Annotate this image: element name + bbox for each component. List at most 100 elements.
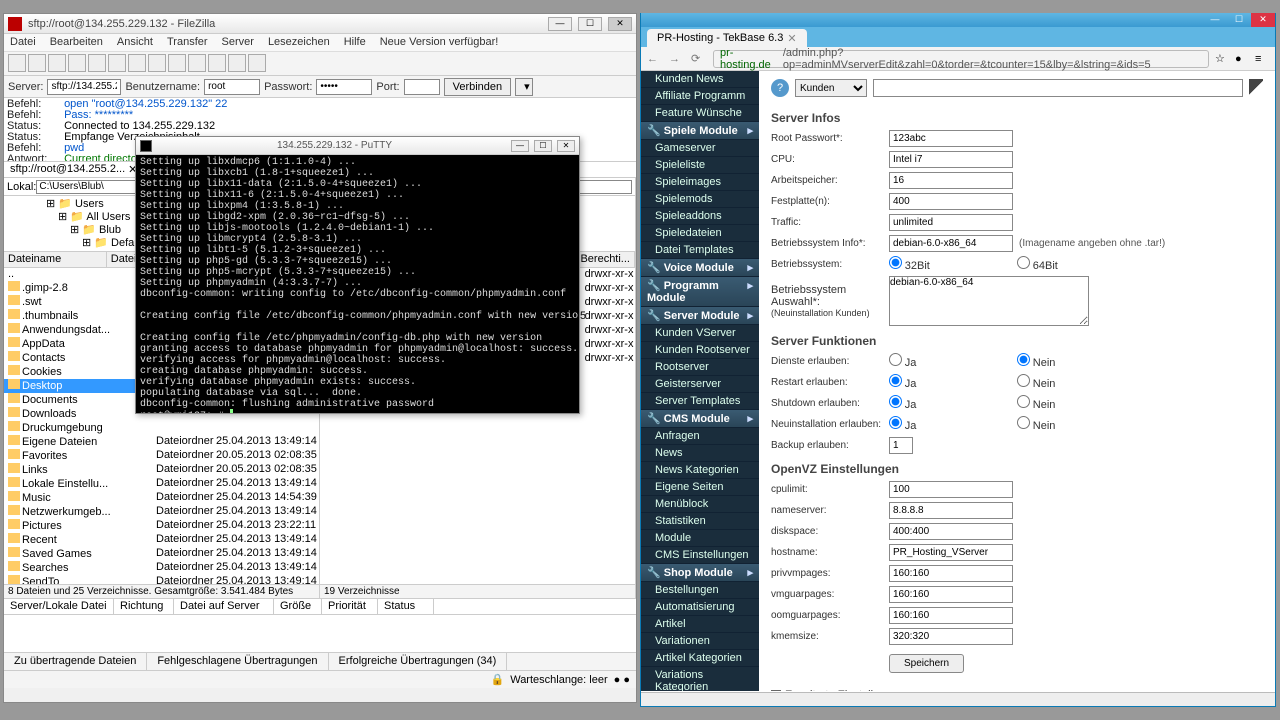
list-item[interactable]: FavoritesDateiordner20.05.2013 02:08:35 bbox=[4, 449, 319, 463]
sidebar-item[interactable]: 🔧 Programm Module▸ bbox=[641, 277, 759, 307]
hostname-input[interactable] bbox=[889, 544, 1013, 561]
sidebar-item[interactable]: Spieleimages bbox=[641, 174, 759, 191]
toolbar-icon[interactable] bbox=[168, 54, 186, 72]
browser-tab[interactable]: PR-Hosting - TekBase 6.3 ✕ bbox=[647, 29, 807, 47]
extension-icon[interactable]: ● bbox=[1235, 53, 1249, 65]
toolbar-icon[interactable] bbox=[88, 54, 106, 72]
site-manager-icon[interactable] bbox=[8, 54, 26, 72]
filezilla-titlebar[interactable]: sftp://root@134.255.229.132 - FileZilla … bbox=[4, 14, 636, 34]
osinfo-input[interactable] bbox=[889, 235, 1013, 252]
queue-header[interactable]: Server/Lokale DateiRichtungDatei auf Ser… bbox=[4, 599, 636, 615]
list-item[interactable]: MusicDateiordner25.04.2013 14:54:39 bbox=[4, 491, 319, 505]
sidebar-item[interactable]: Automatisierung bbox=[641, 599, 759, 616]
ram-input[interactable] bbox=[889, 172, 1013, 189]
maximize-button[interactable]: ☐ bbox=[578, 17, 602, 31]
queue-tab[interactable]: Fehlgeschlagene Übertragungen bbox=[147, 653, 328, 670]
sidebar-item[interactable]: Spielemods bbox=[641, 191, 759, 208]
os-64bit-radio[interactable] bbox=[1017, 256, 1030, 269]
list-item[interactable]: RecentDateiordner25.04.2013 13:49:14 bbox=[4, 533, 319, 547]
os-select-textarea[interactable]: debian-6.0-x86_64 bbox=[889, 276, 1089, 326]
sidebar-item[interactable]: Rootserver bbox=[641, 359, 759, 376]
queue-tabs[interactable]: Zu übertragende DateienFehlgeschlagene Ü… bbox=[4, 652, 636, 670]
root-password-input[interactable] bbox=[889, 130, 1013, 147]
list-item[interactable]: Lokale Einstellu...Dateiordner25.04.2013… bbox=[4, 477, 319, 491]
sidebar-item[interactable]: Feature Wünsche bbox=[641, 105, 759, 122]
sidebar-item[interactable]: Spieleaddons bbox=[641, 208, 759, 225]
help-icon[interactable]: ? bbox=[771, 79, 789, 97]
cpu-input[interactable] bbox=[889, 151, 1013, 168]
connection-tab[interactable]: sftp://root@134.255.2... ✕ bbox=[4, 162, 144, 177]
port-input[interactable] bbox=[404, 79, 440, 95]
password-input[interactable] bbox=[316, 79, 372, 95]
queue-tab[interactable]: Erfolgreiche Übertragungen (34) bbox=[329, 653, 508, 670]
admin-sidebar[interactable]: Kunden NewsAffiliate ProgrammFeature Wün… bbox=[641, 71, 759, 691]
minimize-button[interactable]: — bbox=[511, 140, 529, 152]
sidebar-item[interactable]: Module bbox=[641, 530, 759, 547]
sidebar-item[interactable]: News Kategorien bbox=[641, 462, 759, 479]
sidebar-item[interactable]: Bestellungen bbox=[641, 582, 759, 599]
tab-bar[interactable]: PR-Hosting - TekBase 6.3 ✕ bbox=[641, 27, 1275, 47]
menu-item[interactable]: Bearbeiten bbox=[50, 36, 103, 49]
toolbar-icon[interactable] bbox=[188, 54, 206, 72]
cpulimit-input[interactable] bbox=[889, 481, 1013, 498]
minimize-button[interactable]: — bbox=[1203, 13, 1227, 27]
maximize-button[interactable]: ☐ bbox=[1227, 13, 1251, 27]
list-item[interactable]: Saved GamesDateiordner25.04.2013 13:49:1… bbox=[4, 547, 319, 561]
toolbar-icon[interactable] bbox=[208, 54, 226, 72]
list-item[interactable]: Eigene DateienDateiordner25.04.2013 13:4… bbox=[4, 435, 319, 449]
toolbar-icon[interactable] bbox=[68, 54, 86, 72]
list-item[interactable]: SendToDateiordner25.04.2013 13:49:14 bbox=[4, 575, 319, 584]
sidebar-item[interactable]: Datei Templates bbox=[641, 242, 759, 259]
sidebar-item[interactable]: Kunden Rootserver bbox=[641, 342, 759, 359]
menu-item[interactable]: Server bbox=[222, 36, 254, 49]
sidebar-item[interactable]: 🔧 Server Module▸ bbox=[641, 307, 759, 325]
sidebar-item[interactable]: Anfragen bbox=[641, 428, 759, 445]
toolbar-icon[interactable] bbox=[248, 54, 266, 72]
reload-button[interactable]: ⟳ bbox=[691, 52, 707, 65]
hdd-input[interactable] bbox=[889, 193, 1013, 210]
sidebar-item[interactable]: 🔧 Voice Module▸ bbox=[641, 259, 759, 277]
privvmpages-input[interactable] bbox=[889, 565, 1013, 582]
filezilla-toolbar[interactable] bbox=[4, 52, 636, 76]
chrome-titlebar[interactable]: — ☐ ✕ bbox=[641, 13, 1275, 27]
sidebar-item[interactable]: News bbox=[641, 445, 759, 462]
close-button[interactable]: ✕ bbox=[608, 17, 632, 31]
toolbar-icon[interactable] bbox=[48, 54, 66, 72]
traffic-input[interactable] bbox=[889, 214, 1013, 231]
minimize-button[interactable]: — bbox=[548, 17, 572, 31]
filezilla-menubar[interactable]: DateiBearbeitenAnsichtTransferServerLese… bbox=[4, 34, 636, 52]
toolbar-icon[interactable] bbox=[228, 54, 246, 72]
os-32bit-radio[interactable] bbox=[889, 256, 902, 269]
sidebar-item[interactable]: Artikel Kategorien bbox=[641, 650, 759, 667]
sidebar-item[interactable]: 🔧 Spiele Module▸ bbox=[641, 122, 759, 140]
queue-tab[interactable]: Zu übertragende Dateien bbox=[4, 653, 147, 670]
diskspace-input[interactable] bbox=[889, 523, 1013, 540]
save-button[interactable]: Speichern bbox=[889, 654, 964, 673]
vmguarpages-input[interactable] bbox=[889, 586, 1013, 603]
sidebar-item[interactable]: Geisterserver bbox=[641, 376, 759, 393]
sidebar-item[interactable]: Menüblock bbox=[641, 496, 759, 513]
sidebar-item[interactable]: Artikel bbox=[641, 616, 759, 633]
customer-select[interactable]: Kunden bbox=[795, 79, 867, 97]
sidebar-item[interactable]: Kunden VServer bbox=[641, 325, 759, 342]
sidebar-item[interactable]: 🔧 CMS Module▸ bbox=[641, 410, 759, 428]
sidebar-item[interactable]: Gameserver bbox=[641, 140, 759, 157]
sidebar-item[interactable]: Eigene Seiten bbox=[641, 479, 759, 496]
connect-dropdown[interactable]: ▾ bbox=[515, 78, 533, 96]
close-button[interactable]: ✕ bbox=[557, 140, 575, 152]
forward-button[interactable]: → bbox=[669, 53, 685, 65]
list-item[interactable]: Druckumgebung bbox=[4, 421, 319, 435]
expand-advanced[interactable]: +Erweiterte Einstellungen bbox=[771, 689, 1263, 691]
terminal[interactable]: Setting up libxdmcp6 (1:1.1.0-4) ... Set… bbox=[136, 155, 579, 413]
list-item[interactable]: LinksDateiordner20.05.2013 02:08:35 bbox=[4, 463, 319, 477]
toolbar-icon[interactable] bbox=[128, 54, 146, 72]
list-item[interactable]: PicturesDateiordner25.04.2013 23:22:11 bbox=[4, 519, 319, 533]
close-button[interactable]: ✕ bbox=[1251, 13, 1275, 27]
address-bar[interactable]: pr-hosting.de/admin.php?op=adminMVserver… bbox=[713, 50, 1209, 68]
sidebar-item[interactable]: Spieledateien bbox=[641, 225, 759, 242]
menu-item[interactable]: Ansicht bbox=[117, 36, 153, 49]
menu-item[interactable]: Hilfe bbox=[344, 36, 366, 49]
menu-icon[interactable]: ≡ bbox=[1255, 53, 1269, 65]
kmemsize-input[interactable] bbox=[889, 628, 1013, 645]
backup-input[interactable] bbox=[889, 437, 913, 454]
